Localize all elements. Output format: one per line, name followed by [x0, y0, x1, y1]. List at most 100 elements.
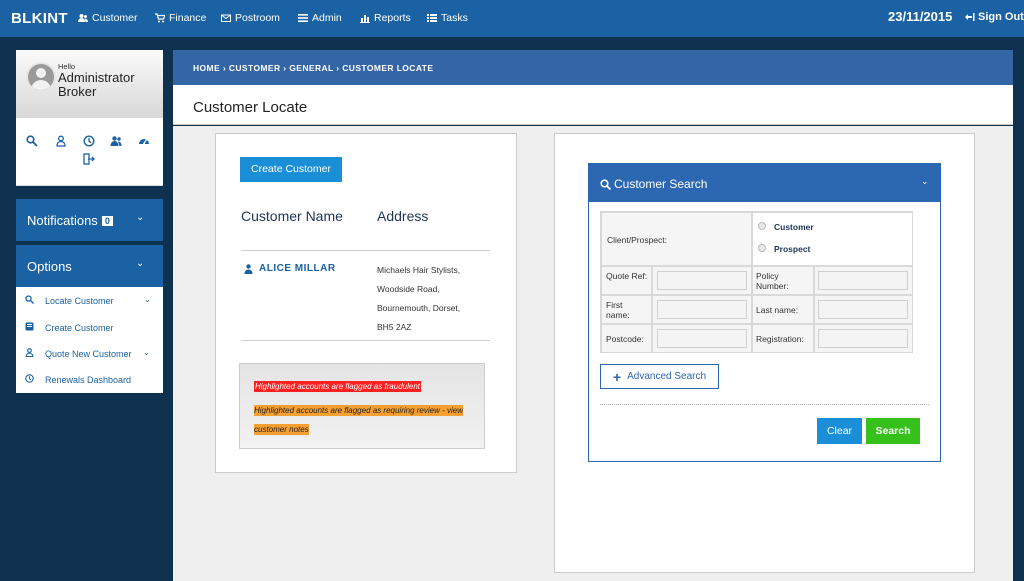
- notifications-panel[interactable]: Notifications 0 ⌄: [16, 199, 163, 241]
- sign-out-label: Sign Out: [978, 11, 1024, 23]
- logout-quick-icon[interactable]: [83, 152, 95, 165]
- first-name-input[interactable]: [657, 300, 747, 319]
- address-line: BH5 2AZ: [377, 322, 412, 332]
- address-line: Woodside Road,: [377, 284, 440, 294]
- sign-out-link[interactable]: Sign Out: [965, 11, 1024, 23]
- notifications-badge: 0: [101, 216, 113, 226]
- sidebar-item-label: Renewals Dashboard: [45, 375, 132, 385]
- bar-chart-icon: [360, 15, 370, 23]
- customer-name: ALICE MILLAR: [259, 263, 336, 274]
- customer-name-link[interactable]: ALICE MILLAR: [244, 263, 336, 274]
- client-prospect-label: Client/Prospect:: [607, 235, 667, 245]
- divider: [600, 404, 929, 405]
- notifications-title: Notifications 0: [27, 213, 113, 228]
- radio-prospect[interactable]: [758, 244, 766, 252]
- sidebar-item-label: Locate Customer: [45, 296, 114, 306]
- postcode-label: Postcode:: [606, 334, 644, 344]
- column-header-address: Address: [377, 208, 429, 224]
- nav-tasks-label: Tasks: [441, 12, 468, 24]
- sidebar-item-locate-customer[interactable]: Locate Customer ⌄: [16, 288, 163, 314]
- top-navbar: BLKINT Customer Finance Postroom Admin R…: [0, 0, 1024, 37]
- search-form: Client/Prospect: Customer Prospect Quote…: [600, 211, 913, 353]
- dashboard-icon[interactable]: [138, 134, 150, 146]
- divider: [241, 250, 490, 251]
- create-customer-button[interactable]: Create Customer: [240, 157, 342, 182]
- options-panel[interactable]: Options ⌄: [16, 245, 163, 287]
- options-menu: Locate Customer ⌄ Create Customer Quote …: [16, 287, 163, 393]
- policy-number-input[interactable]: [818, 271, 908, 290]
- clear-button[interactable]: Clear: [817, 418, 862, 444]
- breadcrumb-bar: HOME › CUSTOMER › GENERAL › CUSTOMER LOC…: [173, 50, 1013, 85]
- column-header-name: Customer Name: [241, 208, 343, 224]
- nav-finance[interactable]: Finance: [155, 12, 206, 24]
- search-icon: [600, 178, 611, 190]
- legend-review-text: Highlighted accounts are flagged as requ…: [254, 405, 463, 435]
- nav-admin[interactable]: Admin: [298, 12, 342, 24]
- address-line: Michaels Hair Stylists,: [377, 265, 461, 275]
- nav-postroom[interactable]: Postroom: [221, 12, 280, 24]
- sidebar-item-quote-new-customer[interactable]: Quote New Customer ⌄: [16, 341, 163, 367]
- current-date: 23/11/2015: [888, 9, 953, 24]
- user-panel: Hello Administrator Broker: [16, 50, 163, 118]
- quote-ref-label: Quote Ref:: [606, 271, 648, 281]
- nav-postroom-label: Postroom: [235, 12, 280, 24]
- user-icon: [25, 348, 34, 358]
- list-icon: [298, 14, 308, 22]
- customer-address: Michaels Hair Stylists, Woodside Road, B…: [377, 261, 487, 337]
- search-icon: [25, 295, 34, 304]
- last-name-input[interactable]: [818, 300, 908, 319]
- sidebar-item-label: Quote New Customer: [45, 349, 132, 359]
- advanced-search-button[interactable]: + Advanced Search: [600, 364, 719, 389]
- registration-input[interactable]: [818, 329, 908, 348]
- breadcrumb[interactable]: HOME › CUSTOMER › GENERAL › CUSTOMER LOC…: [193, 63, 433, 73]
- quote-ref-input[interactable]: [657, 271, 747, 290]
- nav-admin-label: Admin: [312, 12, 342, 24]
- radio-customer-label[interactable]: Customer: [774, 222, 814, 232]
- envelope-icon: [221, 14, 231, 22]
- users-icon: [78, 14, 88, 22]
- users-icon[interactable]: [110, 134, 122, 146]
- policy-number-label: Policy Number:: [756, 271, 789, 291]
- sidebar-item-renewals-dashboard[interactable]: Renewals Dashboard: [16, 367, 163, 393]
- nav-tasks[interactable]: Tasks: [427, 12, 468, 24]
- postcode-input[interactable]: [657, 329, 747, 348]
- search-button[interactable]: Search: [866, 418, 920, 444]
- tasks-icon: [427, 14, 437, 22]
- search-icon[interactable]: [26, 134, 38, 147]
- chevron-down-icon[interactable]: ⌄: [136, 212, 144, 223]
- flag-legend: Highlighted accounts are flagged as frau…: [239, 363, 485, 449]
- user-name-block: Administrator Broker: [58, 71, 135, 99]
- id-card-icon: [25, 322, 34, 331]
- user-name: Administrator: [58, 70, 135, 85]
- search-panel-header[interactable]: Customer Search ⌄: [589, 164, 940, 202]
- radio-prospect-label[interactable]: Prospect: [774, 244, 810, 254]
- sign-out-icon: [965, 13, 975, 21]
- brand-logo[interactable]: BLKINT: [11, 10, 68, 27]
- last-name-label: Last name:: [756, 305, 799, 315]
- legend-fraud: Highlighted accounts are flagged as frau…: [254, 381, 421, 392]
- cell: [752, 212, 913, 266]
- quick-actions: [16, 118, 163, 186]
- nav-finance-label: Finance: [169, 12, 207, 24]
- options-title: Options: [27, 259, 72, 274]
- nav-customer[interactable]: Customer: [78, 12, 138, 24]
- chevron-down-icon[interactable]: ⌄: [921, 176, 929, 187]
- user-icon[interactable]: [55, 134, 67, 147]
- nav-reports[interactable]: Reports: [360, 12, 411, 24]
- radio-customer[interactable]: [758, 222, 766, 230]
- advanced-search-label: Advanced Search: [627, 371, 707, 382]
- user-icon: [244, 263, 253, 274]
- chevron-down-icon[interactable]: ⌄: [144, 295, 151, 304]
- nav-reports-label: Reports: [374, 12, 411, 24]
- chevron-down-icon[interactable]: ⌄: [136, 258, 144, 269]
- user-role: Broker: [58, 84, 97, 99]
- page-title: Customer Locate: [193, 99, 308, 116]
- chevron-down-icon[interactable]: ⌄: [143, 348, 150, 357]
- sidebar-item-create-customer[interactable]: Create Customer: [16, 315, 163, 341]
- divider: [241, 340, 490, 341]
- nav-customer-label: Customer: [92, 12, 138, 24]
- cart-icon: [155, 13, 165, 23]
- plus-icon: +: [612, 368, 622, 385]
- clock-icon[interactable]: [83, 134, 95, 147]
- legend-review: Highlighted accounts are flagged as requ…: [254, 401, 474, 439]
